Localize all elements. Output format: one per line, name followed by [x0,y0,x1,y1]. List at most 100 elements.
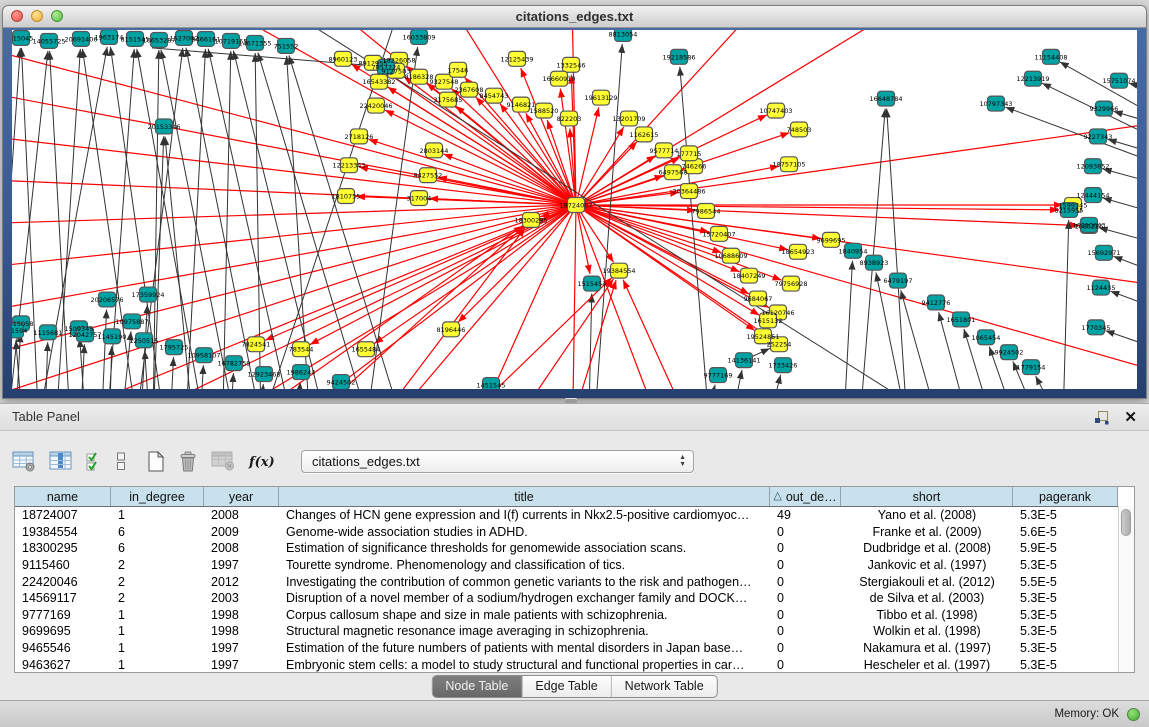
function-builder-button[interactable]: f(x) [246,446,276,476]
table-row[interactable]: 1938455462009Genome-wide association stu… [15,524,1118,541]
table-row[interactable]: 969969511998Structural magnetic resonanc… [15,623,1118,640]
table-cell[interactable]: 0 [770,525,841,539]
table-row[interactable]: 946554611997Estimation of the future num… [15,640,1118,657]
table-cell[interactable]: 5.3E-5 [1013,624,1118,638]
table-cell[interactable]: 1998 [204,608,279,622]
scrollbar-thumb[interactable] [1121,509,1131,536]
table-cell[interactable]: 6 [111,541,204,555]
close-panel-icon[interactable]: ✕ [1124,410,1137,425]
table-cell[interactable]: 0 [770,591,841,605]
table-vertical-scrollbar[interactable] [1118,506,1134,672]
table-cell[interactable]: 0 [770,558,841,572]
table-cell[interactable]: 9777169 [15,608,111,622]
table-cell[interactable]: 0 [770,608,841,622]
column-header-name[interactable]: name [15,487,111,506]
table-cell[interactable]: Investigating the contribution of common… [279,575,770,589]
table-panel-titlebar[interactable]: Table Panel ✕ [0,404,1149,431]
tab-network-table[interactable]: Network Table [611,676,717,697]
table-cell[interactable]: Wolkin et al. (1998) [841,624,1013,638]
table-cell[interactable]: 2003 [204,591,279,605]
table-cell[interactable]: 5.3E-5 [1013,558,1118,572]
table-cell[interactable]: 1998 [204,624,279,638]
table-cell[interactable]: 2012 [204,575,279,589]
table-cell[interactable]: 5.3E-5 [1013,591,1118,605]
table-row[interactable]: 946362711997Embryonic stem cells: a mode… [15,656,1118,673]
table-cell[interactable]: 2008 [204,541,279,555]
column-header-short[interactable]: short [841,487,1013,506]
column-header-pagerank[interactable]: pagerank [1013,487,1118,506]
tab-node-table[interactable]: Node Table [432,676,521,697]
table-cell[interactable]: Franke et al. (2009) [841,525,1013,539]
table-row[interactable]: 1830029562008Estimation of significance … [15,540,1118,557]
show-columns-button[interactable] [47,446,75,476]
table-cell[interactable]: 5.6E-5 [1013,525,1118,539]
minimize-window-button[interactable] [31,10,43,22]
table-cell[interactable]: 2 [111,575,204,589]
column-header-year[interactable]: year [204,487,279,506]
delete-columns-button[interactable] [176,446,200,476]
table-cell[interactable]: 5.3E-5 [1013,608,1118,622]
table-cell[interactable]: 0 [770,641,841,655]
table-cell[interactable]: 1 [111,608,204,622]
table-cell[interactable]: 6 [111,525,204,539]
table-cell[interactable]: Estimation of the future numbers of pati… [279,641,770,655]
table-cell[interactable]: 9463627 [15,658,111,672]
table-cell[interactable]: 18300295 [15,541,111,555]
table-selector-dropdown[interactable]: citations_edges.txt ▲▼ [301,450,694,473]
table-cell[interactable]: 0 [770,658,841,672]
table-options-button[interactable] [10,446,38,476]
table-cell[interactable]: Tibbo et al. (1998) [841,608,1013,622]
table-cell[interactable]: 0 [770,575,841,589]
table-cell[interactable]: 0 [770,541,841,555]
table-cell[interactable]: Nakamura et al. (1997) [841,641,1013,655]
table-cell[interactable]: Stergiakouli et al. (2012) [841,575,1013,589]
table-cell[interactable]: 5.5E-5 [1013,575,1118,589]
table-cell[interactable]: Embryonic stem cells: a model to study s… [279,658,770,672]
table-cell[interactable]: Corpus callosum shape and size in male p… [279,608,770,622]
table-cell[interactable]: 5.3E-5 [1013,508,1118,522]
table-cell[interactable]: 5.3E-5 [1013,641,1118,655]
table-cell[interactable]: 1997 [204,641,279,655]
table-row[interactable]: 2242004622012Investigating the contribut… [15,573,1118,590]
table-cell[interactable]: 1997 [204,558,279,572]
table-cell[interactable]: 1 [111,641,204,655]
table-cell[interactable]: Dudbridge et al. (2008) [841,541,1013,555]
table-cell[interactable]: 1 [111,624,204,638]
table-cell[interactable]: 5.9E-5 [1013,541,1118,555]
table-cell[interactable]: Structural magnetic resonance image aver… [279,624,770,638]
table-cell[interactable]: Hescheler et al. (1997) [841,658,1013,672]
table-cell[interactable]: 9465546 [15,641,111,655]
table-cell[interactable]: Tourette syndrome. Phenomenology and cla… [279,558,770,572]
table-row[interactable]: 1456911722003Disruption of a novel membe… [15,590,1118,607]
table-cell[interactable]: 18724007 [15,508,111,522]
column-header-in_degree[interactable]: in_degree [111,487,204,506]
close-window-button[interactable] [11,10,23,22]
select-all-columns-button[interactable] [84,446,105,476]
table-cell[interactable]: 9699695 [15,624,111,638]
column-header-title[interactable]: title [279,487,770,506]
table-cell[interactable]: Jankovic et al. (1997) [841,558,1013,572]
table-cell[interactable]: 1 [111,658,204,672]
table-row[interactable]: 1872400712008Changes of HCN gene express… [15,507,1118,524]
table-cell[interactable]: 2009 [204,525,279,539]
table-cell[interactable]: Yano et al. (2008) [841,508,1013,522]
table-cell[interactable]: 0 [770,624,841,638]
network-canvas[interactable]: 1872400789601238912955182260589127503165… [12,30,1137,389]
zoom-window-button[interactable] [51,10,63,22]
memory-status-indicator[interactable] [1127,708,1140,721]
column-header-out_de[interactable]: △out_de… [770,487,841,506]
table-cell[interactable]: 2 [111,558,204,572]
table-cell[interactable]: de Silva et al. (2003) [841,591,1013,605]
table-cell[interactable]: 22420046 [15,575,111,589]
table-cell[interactable]: 2 [111,591,204,605]
table-cell[interactable]: 2008 [204,508,279,522]
table-cell[interactable]: Changes of HCN gene expression and I(f) … [279,508,770,522]
table-cell[interactable]: 1 [111,508,204,522]
table-cell[interactable]: 5.3E-5 [1013,658,1118,672]
table-cell[interactable]: 14569117 [15,591,111,605]
table-row[interactable]: 977716911998Corpus callosum shape and si… [15,607,1118,624]
table-cell[interactable]: 1997 [204,658,279,672]
network-window-titlebar[interactable]: citations_edges.txt [3,6,1146,28]
float-panel-icon[interactable] [1092,402,1111,432]
table-row[interactable]: 911546021997Tourette syndrome. Phenomeno… [15,557,1118,574]
